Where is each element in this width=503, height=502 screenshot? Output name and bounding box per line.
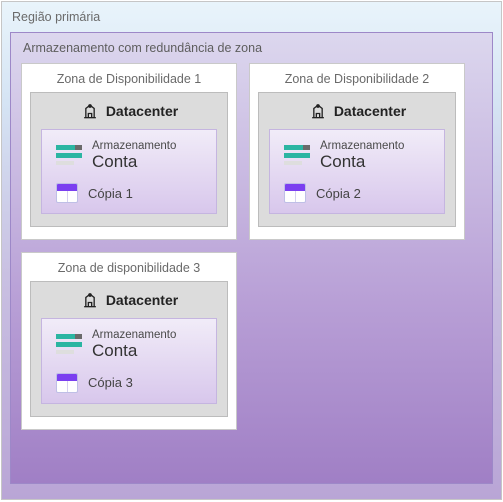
datacenter-icon	[80, 101, 100, 121]
zone-title: Zona de Disponibilidade 1	[30, 70, 228, 92]
datacenter-box: Datacenter Armazenamento Conta	[30, 281, 228, 416]
copy-label: Cópia 2	[316, 186, 361, 201]
datacenter-label: Datacenter	[106, 103, 178, 119]
table-icon	[56, 373, 78, 393]
zones-container: Zona de Disponibilidade 1 Datacenter	[21, 63, 482, 430]
storage-account-card: Armazenamento Conta Cópia 2	[269, 129, 445, 214]
storage-row: Armazenamento Conta	[52, 140, 206, 171]
datacenter-label: Datacenter	[106, 292, 178, 308]
datacenter-icon	[80, 290, 100, 310]
copy-row: Cópia 1	[52, 183, 206, 203]
copy-row: Cópia 2	[280, 183, 434, 203]
availability-zone-1: Zona de Disponibilidade 1 Datacenter	[21, 63, 237, 240]
storage-account-card: Armazenamento Conta Cópia 3	[41, 318, 217, 403]
copy-row: Cópia 3	[52, 373, 206, 393]
storage-label-large: Conta	[320, 153, 404, 172]
zone-title: Zona de disponibilidade 3	[30, 259, 228, 281]
copy-label: Cópia 3	[88, 375, 133, 390]
storage-label-small: Armazenamento	[92, 140, 176, 153]
datacenter-icon	[308, 101, 328, 121]
datacenter-header: Datacenter	[41, 101, 217, 129]
table-icon	[284, 183, 306, 203]
primary-region-title: Região primária	[10, 8, 493, 32]
storage-text: Armazenamento Conta	[92, 329, 176, 360]
primary-region-box: Região primária Armazenamento com redund…	[1, 1, 502, 500]
storage-label-small: Armazenamento	[320, 140, 404, 153]
zone-title: Zona de Disponibilidade 2	[258, 70, 456, 92]
zrs-title: Armazenamento com redundância de zona	[21, 39, 482, 63]
storage-label-large: Conta	[92, 342, 176, 361]
storage-text: Armazenamento Conta	[92, 140, 176, 171]
storage-icon	[56, 145, 82, 167]
datacenter-header: Datacenter	[41, 290, 217, 318]
storage-icon	[56, 334, 82, 356]
availability-zone-2: Zona de Disponibilidade 2 Datacenter	[249, 63, 465, 240]
datacenter-box: Datacenter Armazenamento Conta	[258, 92, 456, 227]
storage-row: Armazenamento Conta	[52, 329, 206, 360]
storage-icon	[284, 145, 310, 167]
table-icon	[56, 183, 78, 203]
storage-account-card: Armazenamento Conta Cópia 1	[41, 129, 217, 214]
datacenter-label: Datacenter	[334, 103, 406, 119]
storage-label-large: Conta	[92, 153, 176, 172]
storage-row: Armazenamento Conta	[280, 140, 434, 171]
storage-text: Armazenamento Conta	[320, 140, 404, 171]
availability-zone-3: Zona de disponibilidade 3 Datacenter	[21, 252, 237, 429]
copy-label: Cópia 1	[88, 186, 133, 201]
zrs-box: Armazenamento com redundância de zona Zo…	[10, 32, 493, 484]
datacenter-header: Datacenter	[269, 101, 445, 129]
datacenter-box: Datacenter Armazenamento Conta	[30, 92, 228, 227]
